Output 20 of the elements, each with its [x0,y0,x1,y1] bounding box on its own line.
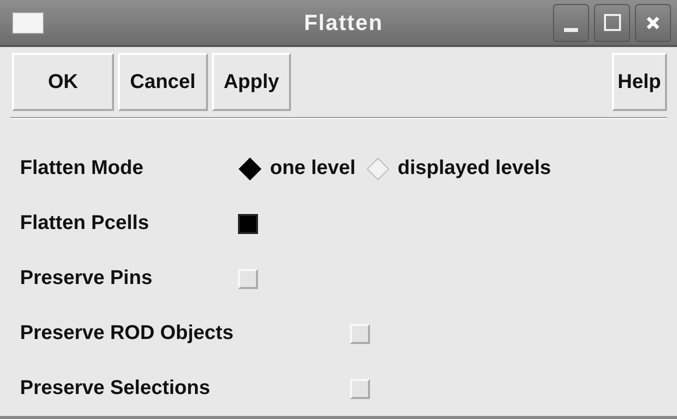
minimize-icon [564,28,578,32]
option-label: Flatten Mode [20,157,144,180]
minimize-button[interactable] [553,4,589,42]
dialog-button[interactable]: Apply [212,53,292,112]
maximize-button[interactable] [594,4,630,42]
option-label: Flatten Pcells [20,212,150,235]
radio-option[interactable]: one level [238,157,356,180]
maximize-icon [604,14,620,32]
window-menu-icon[interactable] [12,12,44,34]
close-icon [646,16,660,30]
dialog-button[interactable]: Cancel [118,53,208,112]
checkbox[interactable] [238,214,258,234]
window-title: Flatten [302,10,384,36]
option-label: Preserve ROD Objects [20,322,234,345]
dialog-button[interactable]: Help [612,53,667,112]
option-label: Preserve Selections [20,377,212,400]
radio-option[interactable]: displayed levels [366,157,552,180]
dialog-button[interactable]: OK [12,53,114,112]
option-label: Preserve Pins [20,267,154,290]
close-button[interactable] [635,4,671,42]
